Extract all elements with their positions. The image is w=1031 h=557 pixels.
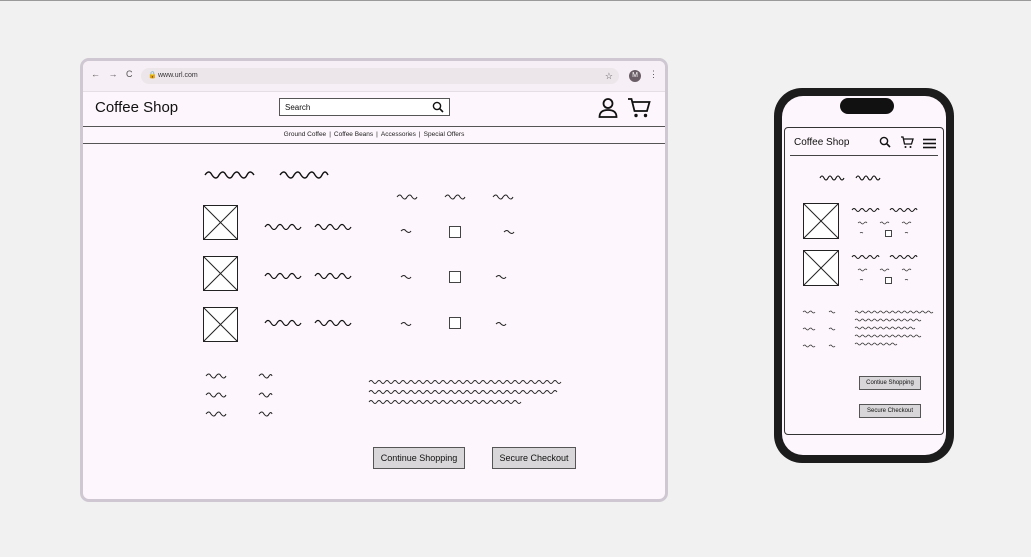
secure-checkout-button[interactable]: Secure Checkout bbox=[859, 404, 921, 418]
shopping-cart-icon[interactable] bbox=[627, 97, 651, 119]
continue-shopping-button[interactable]: Contiue Shopping bbox=[859, 376, 921, 390]
total-placeholder bbox=[503, 230, 515, 234]
table-column-headers bbox=[396, 194, 514, 200]
row-checkbox[interactable] bbox=[449, 317, 461, 329]
page-heading-placeholder bbox=[204, 171, 329, 179]
phone-notch bbox=[840, 98, 894, 114]
top-border bbox=[0, 0, 1031, 1]
user-account-icon[interactable] bbox=[597, 97, 619, 119]
checkout-note-placeholder bbox=[854, 310, 934, 346]
row-checkbox[interactable] bbox=[885, 277, 892, 284]
price-placeholder bbox=[400, 229, 412, 233]
checkout-note-placeholder bbox=[368, 380, 562, 404]
product-image-placeholder bbox=[203, 256, 238, 291]
nav-link-ground-coffee[interactable]: Ground Coffee bbox=[284, 131, 327, 138]
address-bar[interactable]: 🔒 www.url.com ☆ bbox=[141, 68, 619, 84]
total-placeholder bbox=[495, 322, 507, 326]
profile-avatar[interactable]: M bbox=[629, 70, 641, 82]
row-checkbox[interactable] bbox=[449, 226, 461, 238]
search-input[interactable]: Search bbox=[279, 98, 450, 116]
search-placeholder: Search bbox=[285, 103, 311, 112]
continue-shopping-button[interactable]: Continue Shopping bbox=[373, 447, 465, 469]
product-image-placeholder bbox=[203, 205, 238, 240]
browser-menu-icon[interactable]: ⋮ bbox=[649, 69, 658, 80]
nav-link-coffee-beans[interactable]: Coffee Beans bbox=[334, 131, 373, 138]
search-icon[interactable] bbox=[432, 101, 444, 113]
bookmark-star-icon[interactable]: ☆ bbox=[605, 68, 613, 84]
hamburger-menu-icon[interactable] bbox=[923, 138, 936, 149]
search-icon[interactable] bbox=[879, 136, 891, 148]
nav-link-special-offers[interactable]: Special Offers bbox=[424, 131, 465, 138]
product-image-placeholder bbox=[803, 250, 839, 286]
product-name-placeholder bbox=[264, 223, 352, 230]
header-divider bbox=[790, 155, 938, 156]
price-placeholder bbox=[400, 275, 412, 279]
mobile-device: Coffee Shop Contiue Shopping Secure Chec… bbox=[774, 88, 954, 463]
secure-checkout-button[interactable]: Secure Checkout bbox=[492, 447, 576, 469]
shopping-cart-icon[interactable] bbox=[900, 136, 914, 149]
mobile-site-logo[interactable]: Coffee Shop bbox=[794, 137, 849, 148]
product-name-placeholder bbox=[264, 272, 352, 279]
order-summary-placeholder bbox=[802, 310, 836, 348]
category-nav: Ground Coffee | Coffee Beans | Accessories | S… bbox=[83, 126, 665, 144]
site-logo[interactable]: Coffee Shop bbox=[95, 99, 178, 116]
url-text: www.url.com bbox=[158, 72, 198, 79]
product-image-placeholder bbox=[803, 203, 839, 239]
lock-icon: 🔒 bbox=[148, 72, 157, 79]
product-image-placeholder bbox=[203, 307, 238, 342]
mobile-screen: Coffee Shop Contiue Shopping Secure Chec… bbox=[782, 96, 946, 455]
browser-nav-buttons[interactable]: ← → C bbox=[91, 69, 136, 79]
desktop-browser-window: ← → C 🔒 www.url.com ☆ M ⋮ Coffee Shop Se… bbox=[80, 58, 668, 502]
nav-link-accessories[interactable]: Accessories bbox=[381, 131, 416, 138]
row-checkbox[interactable] bbox=[449, 271, 461, 283]
page-heading-placeholder bbox=[819, 175, 881, 181]
order-summary-placeholder bbox=[205, 373, 273, 417]
product-name-placeholder bbox=[264, 319, 352, 326]
row-checkbox[interactable] bbox=[885, 230, 892, 237]
site-header: Coffee Shop Search bbox=[83, 91, 665, 126]
total-placeholder bbox=[495, 275, 507, 279]
price-placeholder bbox=[400, 322, 412, 326]
browser-toolbar: ← → C 🔒 www.url.com ☆ M ⋮ bbox=[83, 61, 665, 92]
